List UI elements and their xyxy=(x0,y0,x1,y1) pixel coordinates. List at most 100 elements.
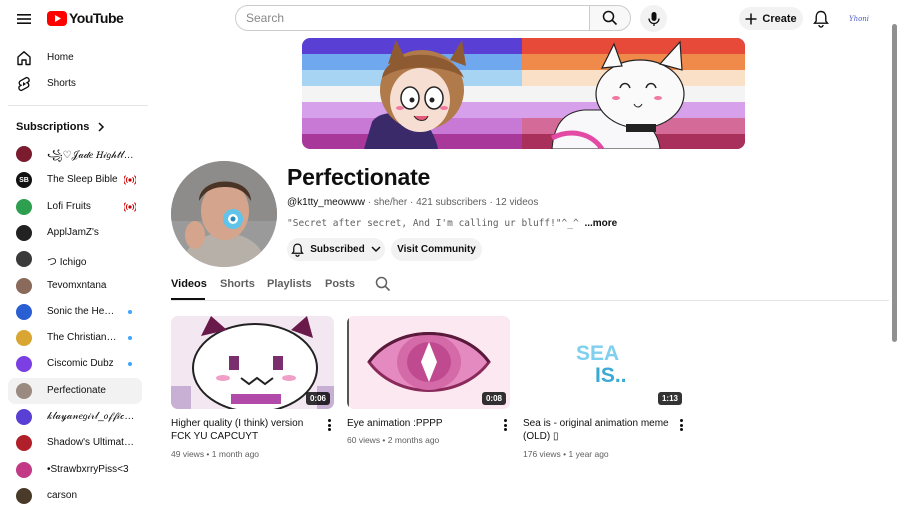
sidebar-item-label: つ Ichigo xyxy=(47,257,87,269)
sidebar-subscription-item[interactable]: つ Ichigo xyxy=(8,246,142,272)
sidebar-item-home[interactable]: Home xyxy=(8,45,142,71)
sidebar-subscription-item[interactable]: carson xyxy=(8,483,142,509)
channel-avatar-icon xyxy=(16,303,32,320)
video-more-icon[interactable] xyxy=(501,418,509,432)
sidebar-item-label: Shadow's Ultimate… xyxy=(47,437,135,449)
channel-avatar-icon xyxy=(16,356,32,373)
sidebar-item-shorts[interactable]: Shorts xyxy=(8,71,142,97)
channel-stats: · she/her · 421 subscribers · 12 videos xyxy=(364,197,539,208)
youtube-logo[interactable]: YouTube xyxy=(47,10,124,26)
video-thumbnail[interactable]: 0:06 xyxy=(171,316,334,409)
sidebar-item-label: carson xyxy=(47,489,78,501)
sidebar-item-label: •StrawbxrryPiss<3 xyxy=(47,463,129,475)
video-more-icon[interactable] xyxy=(325,418,333,432)
sidebar-item-label: Lofi Fruits xyxy=(47,200,91,212)
channel-tabs: Videos Shorts Playlists Posts xyxy=(171,271,889,301)
channel-avatar-icon xyxy=(16,224,32,241)
tab-posts[interactable]: Posts xyxy=(325,278,355,290)
bell-icon xyxy=(291,243,305,257)
sidebar-subscription-item[interactable]: Shadow's Ultimate… xyxy=(8,430,142,456)
channel-avatar-icon xyxy=(16,330,32,347)
sidebar-subscription-item[interactable]: Sonic the Hedgehog xyxy=(8,299,142,325)
sidebar-subscription-item[interactable]: ꧁♡𝒥𝒶𝒹𝑒 𝐻𝒾𝑔𝒽𝓉𝓁𝓉… xyxy=(8,141,142,167)
channel-avatar-icon: SB xyxy=(16,172,32,189)
channel-avatar-icon xyxy=(16,277,32,294)
sidebar-item-label: The Sleep Bible xyxy=(47,174,118,186)
create-button[interactable]: Create xyxy=(739,7,803,30)
svg-text:IS..: IS.. xyxy=(595,364,627,387)
sidebar-item-label: Home xyxy=(47,52,74,63)
tab-shorts[interactable]: Shorts xyxy=(220,278,255,290)
menu-icon[interactable] xyxy=(14,9,34,29)
scrollbar-thumb[interactable] xyxy=(892,24,897,342)
sidebar-item-label: Sonic the Hedgehog xyxy=(47,305,119,317)
sidebar-subscription-item[interactable]: SB The Sleep Bible xyxy=(8,167,142,193)
microphone-icon xyxy=(647,11,660,26)
plus-icon xyxy=(745,13,757,24)
subscriptions-title: Subscriptions xyxy=(16,121,90,133)
home-icon xyxy=(16,50,32,66)
video-more-icon[interactable] xyxy=(677,418,685,432)
voice-search-button[interactable] xyxy=(640,5,667,32)
sidebar-item-label: 𝓀𝓁𝒶𝓎𝒶𝓃𝑒𝑔𝒾𝓇𝓁_𝑜𝒻𝒻𝒾𝒸𝒾𝒶𝓁… xyxy=(47,411,135,422)
channel-description[interactable]: "Secret after secret, And I'm calling ur… xyxy=(287,218,617,229)
sidebar-subscription-item[interactable]: Lofi Fruits xyxy=(8,194,142,220)
sidebar-divider xyxy=(8,105,148,106)
top-bar: YouTube Create Yhoni xyxy=(0,0,890,36)
live-indicator-icon xyxy=(124,175,136,186)
sidebar-subscription-item[interactable]: ApplJamZ's xyxy=(8,220,142,246)
tab-playlists[interactable]: Playlists xyxy=(267,278,312,290)
subscribed-button[interactable]: Subscribed xyxy=(287,238,385,261)
account-avatar[interactable]: Yhoni xyxy=(848,8,870,30)
video-card[interactable]: SEA IS.. 1:13 Sea is - original animatio… xyxy=(523,316,686,459)
bell-icon xyxy=(813,10,829,28)
logo-text: YouTube xyxy=(69,10,124,26)
create-label: Create xyxy=(762,12,797,25)
channel-avatar-icon xyxy=(16,146,32,162)
sidebar-item-label: Perfectionate xyxy=(47,384,106,396)
channel-banner xyxy=(302,38,745,149)
channel-avatar-icon xyxy=(16,435,32,452)
svg-text:SEA: SEA xyxy=(576,342,619,365)
channel-avatar[interactable] xyxy=(171,161,277,267)
youtube-play-icon xyxy=(47,10,67,26)
video-title[interactable]: Eye animation :PPPP xyxy=(347,417,494,430)
video-thumbnail[interactable]: SEA IS.. 1:13 xyxy=(523,316,686,409)
channel-avatar-icon xyxy=(16,461,32,478)
channel-name: Perfectionate xyxy=(287,164,431,190)
sidebar-subscription-item[interactable]: •StrawbxrryPiss<3 xyxy=(8,457,142,483)
active-tab-indicator xyxy=(171,298,205,300)
sidebar-item-label: Ciscomic Dubz xyxy=(47,358,114,370)
sidebar-item-label: The Christian Gr… xyxy=(47,332,119,344)
sidebar-subscription-item[interactable]: Tevomxntana xyxy=(8,273,142,299)
video-card[interactable]: 0:08 Eye animation :PPPP 60 views • 2 mo… xyxy=(347,316,510,445)
sidebar-subscription-item[interactable]: The Christian Gr… xyxy=(8,325,142,351)
subscribed-label: Subscribed xyxy=(310,244,365,255)
video-card[interactable]: 0:06 Higher quality (I think) version FC… xyxy=(171,316,334,459)
notifications-button[interactable] xyxy=(810,8,832,30)
video-duration: 1:13 xyxy=(657,392,682,405)
sidebar-item-label: ApplJamZ's xyxy=(47,226,99,238)
video-meta: 176 views • 1 year ago xyxy=(523,449,609,459)
new-content-dot xyxy=(128,336,132,341)
new-content-dot xyxy=(128,362,132,367)
search-button[interactable] xyxy=(589,5,631,31)
video-title[interactable]: Sea is - original animation meme (OLD) ▯ xyxy=(523,417,670,443)
channel-search-icon[interactable] xyxy=(375,276,391,292)
channel-avatar-icon xyxy=(16,198,32,215)
sidebar-subscription-item[interactable]: Perfectionate xyxy=(8,377,142,404)
subscriptions-header[interactable]: Subscriptions xyxy=(16,121,105,133)
video-thumbnail[interactable]: 0:08 xyxy=(347,316,510,409)
sidebar-item-label: Shorts xyxy=(47,78,76,89)
sidebar-subscription-item[interactable]: Ciscomic Dubz xyxy=(8,351,142,377)
channel-avatar-icon xyxy=(16,382,32,399)
sidebar-subscription-item[interactable]: 𝓀𝓁𝒶𝓎𝒶𝓃𝑒𝑔𝒾𝓇𝓁_𝑜𝒻𝒻𝒾𝒸𝒾𝒶𝓁… xyxy=(8,404,142,430)
search-input[interactable] xyxy=(235,5,589,31)
video-duration: 0:06 xyxy=(305,392,330,405)
search-bar xyxy=(235,5,631,31)
tab-videos[interactable]: Videos xyxy=(171,278,207,290)
video-title[interactable]: Higher quality (I think) version FCK YU … xyxy=(171,417,318,443)
visit-community-button[interactable]: Visit Community xyxy=(391,238,482,261)
live-indicator-icon xyxy=(124,201,136,212)
more-link[interactable]: ...more xyxy=(584,218,617,229)
